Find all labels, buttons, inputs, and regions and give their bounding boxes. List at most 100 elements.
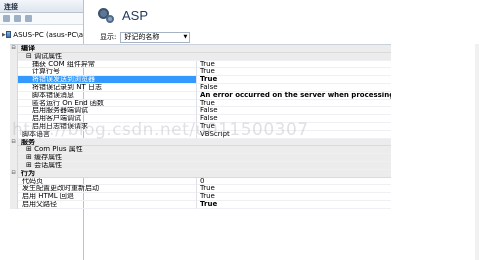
property-name: ⊞ 缓存属性 bbox=[18, 154, 197, 162]
property-value[interactable]: True bbox=[197, 123, 391, 131]
property-value[interactable]: True bbox=[197, 61, 391, 69]
property-name: 编译 bbox=[18, 45, 197, 53]
tree-item-server[interactable]: ▶ ASUS-PC (asus-PC\a bbox=[0, 29, 83, 40]
row-gutter bbox=[10, 83, 18, 92]
grid-property-row[interactable]: 将错误记录到 NT 日志 False bbox=[10, 83, 391, 92]
property-name: 脚本错误消息 bbox=[18, 91, 197, 100]
property-value[interactable]: False bbox=[197, 107, 391, 116]
row-gutter bbox=[10, 146, 18, 155]
row-gutter bbox=[10, 91, 18, 100]
property-value[interactable]: False bbox=[197, 115, 391, 123]
property-value[interactable]: False bbox=[197, 84, 391, 92]
display-bar: 显示: 好记的名称 ▼ bbox=[88, 30, 479, 44]
grid-property-row[interactable]: 启用日志错误请求 True bbox=[10, 122, 391, 131]
property-value bbox=[197, 169, 391, 178]
property-value[interactable]: True bbox=[197, 68, 391, 77]
row-gutter bbox=[10, 76, 18, 84]
property-value[interactable]: VBScript bbox=[197, 131, 391, 139]
row-gutter bbox=[10, 68, 18, 77]
property-name: 服务 bbox=[18, 138, 197, 147]
row-gutter bbox=[10, 52, 18, 61]
grid-property-row[interactable]: 脚本语言 VBScript bbox=[10, 130, 391, 139]
row-gutter bbox=[10, 177, 18, 186]
property-value bbox=[197, 45, 391, 53]
save-icon[interactable] bbox=[14, 15, 21, 22]
grid-category-row[interactable]: ⊟ 服务 bbox=[10, 138, 391, 147]
collapse-icon[interactable]: ⊟ bbox=[10, 45, 18, 53]
property-name: 启用父路径 bbox=[18, 200, 197, 209]
grid-category-row[interactable]: ⊞ Com Plus 属性 bbox=[10, 146, 391, 155]
property-name: 计算行号 bbox=[18, 68, 197, 77]
row-gutter bbox=[10, 130, 18, 139]
property-value bbox=[197, 154, 391, 162]
back-icon[interactable] bbox=[3, 15, 10, 22]
grid-property-row[interactable]: 发生配置更改时重新启动 True bbox=[10, 185, 391, 194]
row-gutter bbox=[10, 122, 18, 131]
property-value bbox=[197, 146, 391, 155]
property-grid: ⊟ 编译 ⊟ 调试属性 捕获 COM 组件异常 True 计算行号 True 将错误发送到浏览… bbox=[10, 44, 391, 260]
property-value bbox=[197, 52, 391, 61]
connections-toolbar bbox=[0, 13, 83, 25]
row-gutter bbox=[10, 60, 18, 69]
grid-property-row[interactable]: 启用 HTML 回退 True bbox=[10, 193, 391, 201]
property-name: 发生配置更改时重新启动 bbox=[18, 185, 197, 194]
row-gutter bbox=[10, 115, 18, 123]
property-name: ⊟ 调试属性 bbox=[18, 52, 197, 61]
grid-category-row[interactable]: ⊟ 调试属性 bbox=[10, 52, 391, 61]
grid-category-row[interactable]: ⊞ 会话属性 bbox=[10, 161, 391, 170]
property-name: 启用客户端调试 bbox=[18, 115, 197, 123]
feature-title-bar: ASP bbox=[88, 0, 479, 30]
property-name: 捕获 COM 组件异常 bbox=[18, 60, 197, 69]
property-name: ⊞ 会话属性 bbox=[18, 161, 197, 170]
grid-property-row[interactable]: 脚本错误消息 An error occurred on the server wh… bbox=[10, 91, 391, 100]
row-gutter bbox=[10, 161, 18, 170]
grid-property-row[interactable]: 计算行号 True bbox=[10, 68, 391, 77]
connections-header: 连接 bbox=[0, 0, 83, 13]
property-name: ⊞ Com Plus 属性 bbox=[18, 146, 197, 155]
grid-property-row[interactable]: 将错误发送到浏览器 True bbox=[10, 76, 391, 84]
property-name: 启用服务器端调试 bbox=[18, 107, 197, 116]
asp-gear-icon bbox=[96, 6, 114, 24]
property-name: 将错误记录到 NT 日志 bbox=[18, 83, 197, 92]
display-select-value: 好记的名称 bbox=[124, 33, 160, 41]
grid-property-row[interactable]: 捕获 COM 组件异常 True bbox=[10, 60, 391, 69]
property-value bbox=[197, 138, 391, 147]
row-gutter bbox=[10, 193, 18, 201]
property-name: 脚本语言 bbox=[18, 130, 197, 139]
page-title: ASP bbox=[122, 7, 149, 23]
grid-category-row[interactable]: ⊞ 缓存属性 bbox=[10, 154, 391, 162]
tree-item-label: ASUS-PC (asus-PC\a bbox=[13, 30, 83, 39]
property-name: 行为 bbox=[18, 169, 197, 178]
property-name: 将错误发送到浏览器 bbox=[18, 76, 197, 84]
collapse-icon[interactable]: ⊟ bbox=[10, 169, 18, 178]
grid-property-row[interactable]: 启用客户端调试 False bbox=[10, 115, 391, 123]
display-select[interactable]: 好记的名称 ▼ bbox=[120, 31, 191, 43]
display-label: 显示: bbox=[100, 33, 117, 41]
row-gutter bbox=[10, 200, 18, 209]
property-name: 启用 HTML 回退 bbox=[18, 193, 197, 201]
collapse-icon[interactable]: ⊟ bbox=[10, 138, 18, 147]
grid-scrollbar[interactable] bbox=[475, 44, 479, 260]
property-value[interactable]: True bbox=[197, 193, 391, 201]
row-gutter bbox=[10, 99, 18, 108]
row-gutter bbox=[10, 107, 18, 116]
grid-category-row[interactable]: ⊟ 行为 bbox=[10, 169, 391, 178]
property-value[interactable]: True bbox=[197, 76, 391, 84]
property-value[interactable]: An error occurred on the server when pro… bbox=[197, 92, 391, 100]
property-value[interactable]: 0 bbox=[197, 178, 391, 186]
grid-property-row[interactable]: 启用服务器端调试 False bbox=[10, 107, 391, 116]
property-name: 匿名运行 On End 函数 bbox=[18, 99, 197, 108]
property-value[interactable]: True bbox=[197, 185, 391, 194]
grid-property-row[interactable]: 匿名运行 On End 函数 True bbox=[10, 99, 391, 108]
row-gutter bbox=[10, 154, 18, 162]
grid-category-row[interactable]: ⊟ 编译 bbox=[10, 45, 391, 53]
refresh-icon[interactable] bbox=[25, 15, 32, 22]
property-value[interactable]: True bbox=[197, 100, 391, 108]
grid-property-row[interactable]: 启用父路径 True bbox=[10, 200, 391, 209]
property-name: 代码页 bbox=[18, 177, 197, 186]
property-name: 启用日志错误请求 bbox=[18, 122, 197, 131]
property-value bbox=[197, 161, 391, 170]
property-value[interactable]: True bbox=[197, 201, 391, 209]
row-gutter bbox=[10, 185, 18, 194]
grid-property-row[interactable]: 代码页 0 bbox=[10, 177, 391, 186]
